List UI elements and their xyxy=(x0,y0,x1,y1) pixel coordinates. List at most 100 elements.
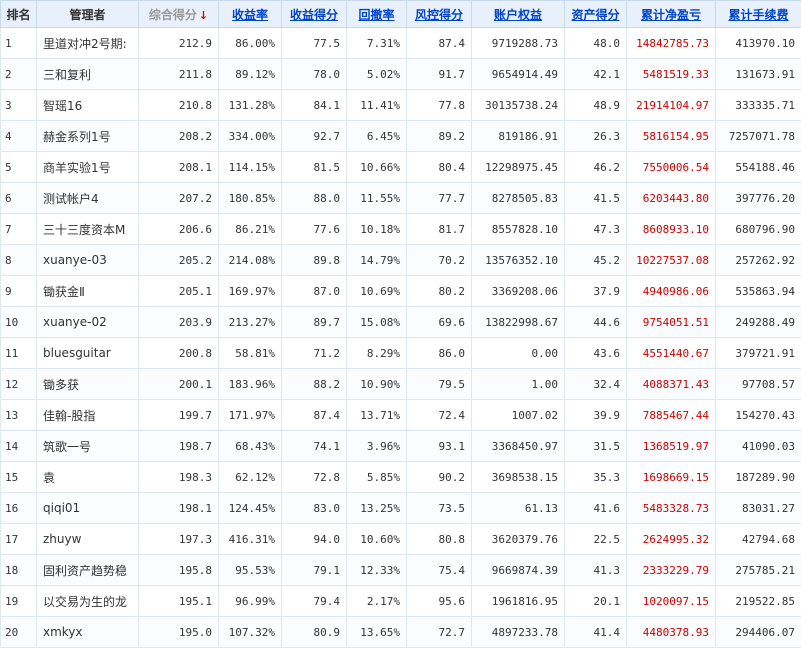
asset-score-cell: 42.1 xyxy=(564,58,627,90)
rank-cell: 20 xyxy=(0,616,37,648)
equity-cell: 9654914.49 xyxy=(471,58,565,90)
return-rate-cell: 68.43% xyxy=(218,430,282,462)
asset-score-cell: 26.3 xyxy=(564,120,627,152)
risk-score-cell: 89.2 xyxy=(406,120,472,152)
net-profit-cell: 4940986.06 xyxy=(626,275,716,307)
asset-score-cell: 48.0 xyxy=(564,27,627,59)
return-rate-cell: 214.08% xyxy=(218,244,282,276)
total-score-cell: 200.8 xyxy=(138,337,219,369)
drawdown-cell: 13.71% xyxy=(346,399,407,431)
asset-score-cell: 22.5 xyxy=(564,523,627,555)
drawdown-cell: 10.69% xyxy=(346,275,407,307)
drawdown-cell: 7.31% xyxy=(346,27,407,59)
sort-fees-link[interactable]: 累计手续费 xyxy=(728,8,788,22)
risk-score-cell: 79.5 xyxy=(406,368,472,400)
table-row: 18 固利资产趋势稳 195.8 95.53% 79.1 12.33% 75.4 966987… xyxy=(0,554,801,586)
manager-name-cell: 固利资产趋势稳 xyxy=(36,554,139,586)
return-score-cell: 94.0 xyxy=(281,523,347,555)
net-profit-cell: 1020097.15 xyxy=(626,585,716,617)
fees-cell: 397776.20 xyxy=(715,182,801,214)
fees-cell: 249288.49 xyxy=(715,306,801,338)
sort-risk-score-link[interactable]: 风控得分 xyxy=(415,8,463,22)
fees-cell: 535863.94 xyxy=(715,275,801,307)
asset-score-cell: 41.6 xyxy=(564,492,627,524)
net-profit-cell: 5481519.33 xyxy=(626,58,716,90)
sort-return-score-link[interactable]: 收益得分 xyxy=(290,8,338,22)
manager-name-cell: 袁 xyxy=(36,461,139,493)
drawdown-cell: 11.41% xyxy=(346,89,407,121)
asset-score-cell: 43.6 xyxy=(564,337,627,369)
fees-cell: 97708.57 xyxy=(715,368,801,400)
asset-score-cell: 20.1 xyxy=(564,585,627,617)
net-profit-cell: 4088371.43 xyxy=(626,368,716,400)
table-row: 19 以交易为生的龙 195.1 96.99% 79.4 2.17% 95.6 1961816… xyxy=(0,585,801,617)
fees-cell: 554188.46 xyxy=(715,151,801,183)
return-rate-cell: 107.32% xyxy=(218,616,282,648)
equity-cell: 61.13 xyxy=(471,492,565,524)
asset-score-cell: 48.9 xyxy=(564,89,627,121)
rank-cell: 1 xyxy=(0,27,37,59)
total-score-cell: 212.9 xyxy=(138,27,219,59)
manager-name-cell: 赫金系列1号 xyxy=(36,120,139,152)
risk-score-cell: 80.4 xyxy=(406,151,472,183)
table-row: 16 qiqi01 198.1 124.45% 83.0 13.25% 73.5 61.13 4… xyxy=(0,492,801,524)
rank-cell: 17 xyxy=(0,523,37,555)
total-score-cell: 199.7 xyxy=(138,399,219,431)
header-drawdown: 回撤率 xyxy=(346,0,407,28)
sort-drawdown-link[interactable]: 回撤率 xyxy=(358,8,394,22)
return-score-cell: 79.4 xyxy=(281,585,347,617)
drawdown-cell: 2.17% xyxy=(346,585,407,617)
return-rate-cell: 86.00% xyxy=(218,27,282,59)
sort-net-profit-link[interactable]: 累计净盈亏 xyxy=(641,8,701,22)
return-rate-cell: 171.97% xyxy=(218,399,282,431)
manager-name-cell: zhuyw xyxy=(36,523,139,555)
manager-name-cell: 里道对冲2号期: xyxy=(36,27,139,59)
ranking-table: 排名 管理者 综合得分 ↓ 收益率 收益得分 回撤率 风控得分 账户权益 资产得分… xyxy=(0,0,801,648)
equity-cell: 13576352.10 xyxy=(471,244,565,276)
equity-cell: 9669874.39 xyxy=(471,554,565,586)
table-row: 17 zhuyw 197.3 416.31% 94.0 10.60% 80.8 3620379… xyxy=(0,523,801,555)
equity-cell: 3368450.97 xyxy=(471,430,565,462)
risk-score-cell: 86.0 xyxy=(406,337,472,369)
return-rate-cell: 131.28% xyxy=(218,89,282,121)
return-score-cell: 81.5 xyxy=(281,151,347,183)
sort-equity-link[interactable]: 账户权益 xyxy=(494,8,542,22)
risk-score-cell: 80.2 xyxy=(406,275,472,307)
rank-cell: 13 xyxy=(0,399,37,431)
table-row: 3 智瑶16 210.8 131.28% 84.1 11.41% 77.8 30135738.… xyxy=(0,89,801,121)
table-row: 9 锄获金Ⅱ 205.1 169.97% 87.0 10.69% 80.2 3369208.0… xyxy=(0,275,801,307)
manager-name-cell: xmkyx xyxy=(36,616,139,648)
manager-name-cell: 商羊实验1号 xyxy=(36,151,139,183)
manager-name-cell: 以交易为生的龙 xyxy=(36,585,139,617)
drawdown-cell: 10.60% xyxy=(346,523,407,555)
fees-cell: 187289.90 xyxy=(715,461,801,493)
rank-cell: 5 xyxy=(0,151,37,183)
header-total-score[interactable]: 综合得分 ↓ xyxy=(138,0,219,28)
total-score-cell: 205.2 xyxy=(138,244,219,276)
return-score-cell: 72.8 xyxy=(281,461,347,493)
sort-asset-score-link[interactable]: 资产得分 xyxy=(571,8,619,22)
header-equity: 账户权益 xyxy=(471,0,565,28)
table-row: 5 商羊实验1号 208.1 114.15% 81.5 10.66% 80.4 1229897… xyxy=(0,151,801,183)
return-score-cell: 87.4 xyxy=(281,399,347,431)
return-score-cell: 88.2 xyxy=(281,368,347,400)
return-score-cell: 89.8 xyxy=(281,244,347,276)
manager-name-cell: qiqi01 xyxy=(36,492,139,524)
table-row: 15 袁 198.3 62.12% 72.8 5.85% 90.2 3698538.15 35.… xyxy=(0,461,801,493)
return-rate-cell: 89.12% xyxy=(218,58,282,90)
manager-name-cell: 智瑶16 xyxy=(36,89,139,121)
risk-score-cell: 95.6 xyxy=(406,585,472,617)
return-rate-cell: 58.81% xyxy=(218,337,282,369)
header-total-score-label[interactable]: 综合得分 xyxy=(149,8,197,22)
sort-return-rate-link[interactable]: 收益率 xyxy=(232,8,268,22)
equity-cell: 3369208.06 xyxy=(471,275,565,307)
table-row: 8 xuanye-03 205.2 214.08% 89.8 14.79% 70.2 1357… xyxy=(0,244,801,276)
total-score-cell: 208.1 xyxy=(138,151,219,183)
manager-name-cell: 筑歌一号 xyxy=(36,430,139,462)
risk-score-cell: 81.7 xyxy=(406,213,472,245)
fees-cell: 7257071.78 xyxy=(715,120,801,152)
drawdown-cell: 3.96% xyxy=(346,430,407,462)
return-rate-cell: 213.27% xyxy=(218,306,282,338)
fees-cell: 333335.71 xyxy=(715,89,801,121)
drawdown-cell: 10.66% xyxy=(346,151,407,183)
